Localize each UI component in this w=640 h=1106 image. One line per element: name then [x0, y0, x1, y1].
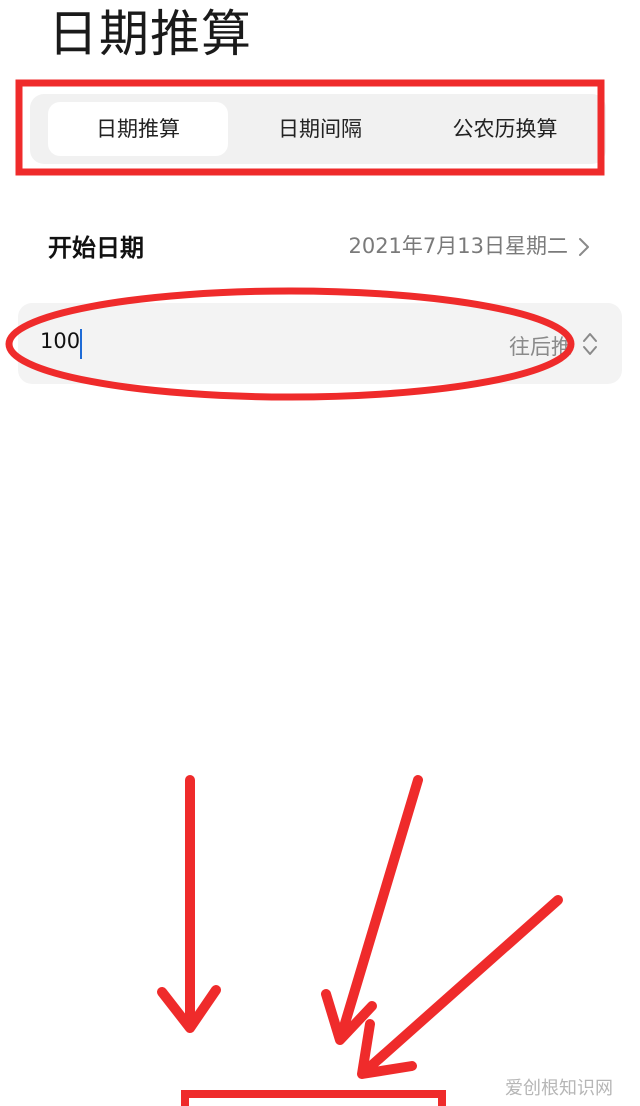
days-input-row[interactable]: 100 往后推	[18, 303, 622, 384]
watermark: 爱创根知识网	[505, 1078, 613, 1099]
target-highlight-box	[181, 1090, 446, 1106]
days-input[interactable]: 100	[40, 329, 80, 353]
start-date-value: 2021年7月13日星期二	[348, 234, 568, 258]
arrow-3	[357, 895, 563, 1079]
annotation-overlay	[5, 79, 605, 1106]
arrow-2	[321, 775, 423, 1045]
start-date-label: 开始日期	[48, 234, 144, 262]
start-date-row[interactable]: 开始日期 2021年7月13日星期二	[0, 218, 640, 274]
annotation-arrows	[157, 775, 563, 1079]
tab-lunar-convert[interactable]: 公农历换算	[412, 102, 598, 156]
text-caret	[80, 329, 82, 359]
mode-tabs: 日期推算 日期间隔 公农历换算	[30, 94, 606, 164]
chevron-right-icon	[579, 238, 589, 256]
up-down-icon[interactable]	[580, 331, 600, 357]
tab-date-interval[interactable]: 日期间隔	[230, 102, 410, 156]
arrow-1	[157, 775, 221, 1033]
page-title: 日期推算	[48, 5, 252, 63]
tab-date-calc[interactable]: 日期推算	[48, 102, 228, 156]
direction-selector[interactable]: 往后推	[509, 331, 572, 361]
